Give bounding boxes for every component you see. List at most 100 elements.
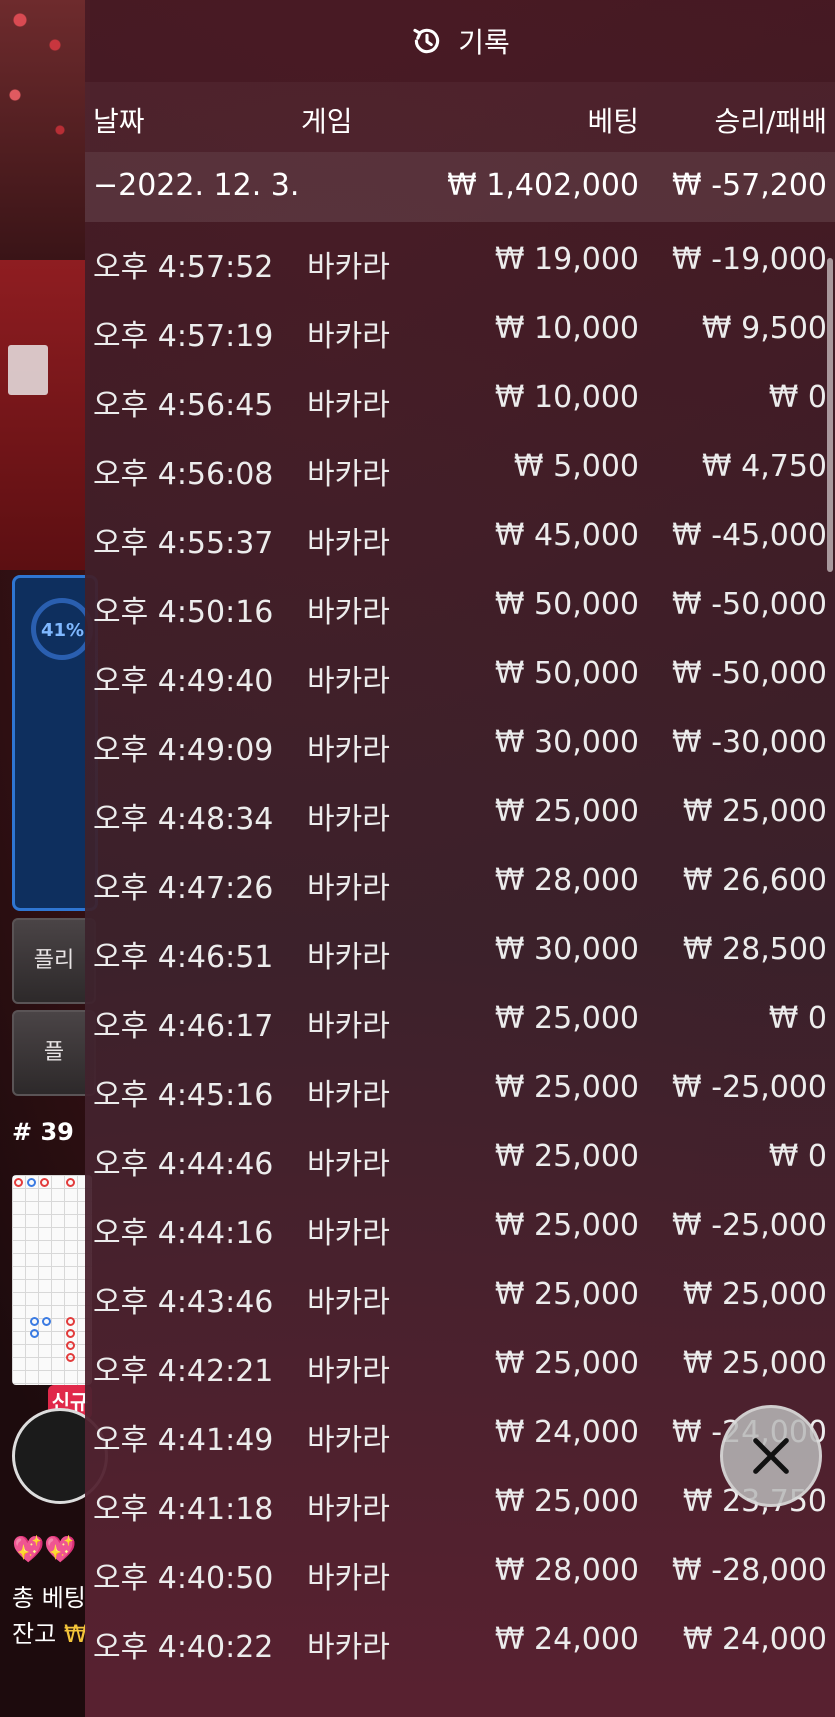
history-row: 오후 4:43:46 바카라 ₩ 25,000 ₩ 25,000: [85, 1263, 835, 1332]
history-row-bet: ₩ 25,000: [494, 1208, 639, 1243]
column-header-date: 날짜: [93, 105, 145, 138]
close-icon: [753, 1438, 789, 1474]
history-row: 오후 4:46:17 바카라 ₩ 25,000 ₩ 0: [85, 987, 835, 1056]
history-row-time: 오후 4:49:40: [93, 664, 274, 699]
day-summary-date: −2022. 12. 3.: [93, 168, 300, 203]
history-row-time: 오후 4:49:09: [93, 733, 274, 768]
history-row: 오후 4:56:08 바카라 ₩ 5,000 ₩ 4,750: [85, 435, 835, 504]
history-row-winloss: ₩ 0: [768, 1001, 827, 1036]
history-row-time: 오후 4:57:52: [93, 250, 274, 285]
balance-label: 잔고: [12, 1620, 57, 1648]
history-row-winloss: ₩ 25,000: [682, 1277, 827, 1312]
history-row-game: 바카라: [307, 1216, 390, 1251]
history-row-bet: ₩ 30,000: [494, 725, 639, 760]
history-row-winloss: ₩ -30,000: [672, 725, 827, 760]
history-row: 오후 4:56:45 바카라 ₩ 10,000 ₩ 0: [85, 366, 835, 435]
history-row-game: 바카라: [307, 1561, 390, 1596]
panel-header: 기록: [85, 0, 835, 82]
player-bet-button[interactable]: 플리: [12, 918, 96, 1004]
history-row: 오후 4:46:51 바카라 ₩ 30,000 ₩ 28,500: [85, 918, 835, 987]
history-row-winloss: ₩ 4,750: [701, 449, 827, 484]
history-row-bet: ₩ 10,000: [494, 311, 639, 346]
day-summary-bet: ₩ 1,402,000: [447, 168, 639, 203]
history-row-winloss: ₩ -28,000: [672, 1553, 827, 1588]
progress-percent: 41%: [41, 620, 85, 641]
balance-line: 잔고 ₩: [12, 1614, 88, 1649]
history-row-time: 오후 4:56:08: [93, 457, 274, 492]
column-header-row: 날짜 게임 베팅 승리/패배: [85, 82, 835, 152]
history-row-time: 오후 4:56:45: [93, 388, 274, 423]
panel-title: 기록: [458, 26, 510, 59]
history-row-bet: ₩ 19,000: [494, 242, 639, 277]
history-row-time: 오후 4:42:21: [93, 1354, 274, 1389]
history-row-bet: ₩ 25,000: [494, 1346, 639, 1381]
history-row-game: 바카라: [307, 664, 390, 699]
column-header-bet: 베팅: [587, 105, 639, 138]
history-row-winloss: ₩ -50,000: [672, 587, 827, 622]
history-row-bet: ₩ 24,000: [494, 1622, 639, 1657]
history-row: 오후 4:55:37 바카라 ₩ 45,000 ₩ -45,000: [85, 504, 835, 573]
history-row: 오후 4:57:19 바카라 ₩ 10,000 ₩ 9,500: [85, 297, 835, 366]
history-row-bet: ₩ 45,000: [494, 518, 639, 553]
history-row: 오후 4:44:16 바카라 ₩ 25,000 ₩ -25,000: [85, 1194, 835, 1263]
history-row-bet: ₩ 10,000: [494, 380, 639, 415]
history-row-bet: ₩ 25,000: [494, 1001, 639, 1036]
history-row-time: 오후 4:57:19: [93, 319, 274, 354]
history-row-winloss: ₩ 24,000: [682, 1622, 827, 1657]
history-row-game: 바카라: [307, 388, 390, 423]
bead-road-scoreboard: [12, 1175, 92, 1385]
history-row-time: 오후 4:41:18: [93, 1492, 274, 1527]
total-bet-label: 총 베팅: [12, 1584, 86, 1612]
scrollbar[interactable]: [827, 258, 833, 572]
history-row-game: 바카라: [307, 802, 390, 837]
history-row-bet: ₩ 25,000: [494, 1139, 639, 1174]
history-row: 오후 4:50:16 바카라 ₩ 50,000 ₩ -50,000: [85, 573, 835, 642]
history-row-winloss: ₩ 25,000: [682, 1346, 827, 1381]
history-icon: [413, 28, 440, 54]
history-row-winloss: ₩ -25,000: [672, 1208, 827, 1243]
column-header-game: 게임: [301, 105, 353, 138]
history-row: 오후 4:49:09 바카라 ₩ 30,000 ₩ -30,000: [85, 711, 835, 780]
history-row-time: 오후 4:47:26: [93, 871, 274, 906]
history-row-bet: ₩ 5,000: [513, 449, 639, 484]
history-row-game: 바카라: [307, 940, 390, 975]
history-row-time: 오후 4:40:50: [93, 1561, 274, 1596]
history-row-winloss: ₩ 26,600: [682, 863, 827, 898]
round-number: # 39: [12, 1118, 74, 1146]
history-row-game: 바카라: [307, 526, 390, 561]
history-row-bet: ₩ 50,000: [494, 656, 639, 691]
history-row-time: 오후 4:43:46: [93, 1285, 274, 1320]
history-row: 오후 4:41:18바카라₩ 25,000₩ 23,750: [85, 1470, 835, 1539]
history-row-game: 바카라: [307, 1078, 390, 1113]
history-row-time: 오후 4:55:37: [93, 526, 274, 561]
decor-flowers: [0, 0, 90, 260]
history-row-winloss: ₩ -50,000: [672, 656, 827, 691]
history-row-game: 바카라: [307, 1630, 390, 1665]
history-row-time: 오후 4:45:16: [93, 1078, 274, 1113]
close-button[interactable]: [720, 1405, 822, 1507]
history-row-bet: ₩ 28,000: [494, 1553, 639, 1588]
history-row-time: 오후 4:46:17: [93, 1009, 274, 1044]
history-row: 오후 4:45:16 바카라 ₩ 25,000 ₩ -25,000: [85, 1056, 835, 1125]
history-row-bet: ₩ 30,000: [494, 932, 639, 967]
history-row-game: 바카라: [307, 250, 390, 285]
history-row-time: 오후 4:48:34: [93, 802, 274, 837]
history-row-game: 바카라: [307, 733, 390, 768]
history-row-time: 오후 4:50:16: [93, 595, 274, 630]
history-row-bet: ₩ 25,000: [494, 1070, 639, 1105]
history-row-game: 바카라: [307, 1285, 390, 1320]
day-summary-row[interactable]: −2022. 12. 3. ₩ 1,402,000 ₩ -57,200: [85, 152, 835, 222]
history-row-bet: ₩ 25,000: [494, 794, 639, 829]
history-row-game: 바카라: [307, 457, 390, 492]
history-row-winloss: ₩ 0: [768, 380, 827, 415]
hearts-emoji: 💖💖: [12, 1535, 77, 1565]
history-row-time: 오후 4:41:49: [93, 1423, 274, 1458]
card-shoe: [8, 345, 48, 395]
history-row-game: 바카라: [307, 595, 390, 630]
history-row: 오후 4:49:40 바카라 ₩ 50,000 ₩ -50,000: [85, 642, 835, 711]
history-row-bet: ₩ 24,000: [494, 1415, 639, 1450]
day-summary-winloss: ₩ -57,200: [672, 168, 827, 203]
history-row: 오후 4:47:26 바카라 ₩ 28,000 ₩ 26,600: [85, 849, 835, 918]
player-pair-button[interactable]: 플: [12, 1010, 96, 1096]
history-row-bet: ₩ 50,000: [494, 587, 639, 622]
